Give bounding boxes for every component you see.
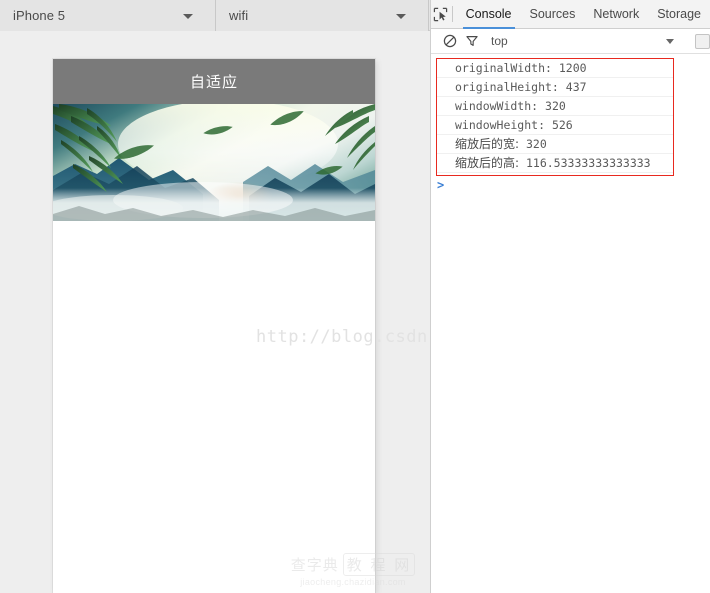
inspect-element-icon[interactable] <box>431 0 451 29</box>
emulation-canvas: 自适应 <box>0 32 430 593</box>
clear-console-glyph <box>443 34 457 48</box>
console-line-key: 缩放后的高: <box>455 156 519 170</box>
toolbar-divider <box>452 6 453 22</box>
console-line: windowWidth: 320 <box>437 97 673 116</box>
preserve-log-checkbox[interactable] <box>695 34 710 49</box>
device-emulation-pane: iPhone 5 wifi 自适应 <box>0 0 430 593</box>
console-output[interactable]: originalWidth: 1200 originalHeight: 437 … <box>431 54 710 593</box>
page-header: 自适应 <box>53 59 375 104</box>
console-line: 缩放后的宽: 320 <box>437 135 673 154</box>
console-line: windowHeight: 526 <box>437 116 673 135</box>
console-line-value: 320 <box>545 99 566 113</box>
filter-funnel-icon[interactable] <box>461 30 483 52</box>
tab-network-label: Network <box>593 7 639 21</box>
tab-network[interactable]: Network <box>584 0 648 29</box>
console-context-selector[interactable]: top <box>491 34 508 48</box>
console-toolbar: top <box>431 29 710 54</box>
tab-sources-label: Sources <box>530 7 576 21</box>
device-model-value: iPhone 5 <box>0 8 65 23</box>
emulated-viewport[interactable]: 自适应 <box>53 59 375 593</box>
console-prompt[interactable]: > <box>437 178 444 192</box>
console-line-key: windowHeight: <box>455 118 545 132</box>
devtools-panel: Console Sources Network Storage <box>430 0 710 593</box>
misty-mountain-bamboo-landscape-icon <box>53 104 375 221</box>
device-emulation-toolbar: iPhone 5 wifi <box>0 0 430 31</box>
inspect-element-glyph <box>433 7 448 22</box>
console-line-key: originalHeight: <box>455 80 559 94</box>
tab-console[interactable]: Console <box>457 0 521 29</box>
clear-console-icon[interactable] <box>439 30 461 52</box>
network-throttling-select[interactable]: wifi <box>216 0 429 31</box>
device-model-select[interactable]: iPhone 5 <box>0 0 216 31</box>
console-line: originalWidth: 1200 <box>437 59 673 78</box>
console-line-value: 116.53333333333333 <box>526 156 651 170</box>
console-line: 缩放后的高: 116.53333333333333 <box>437 154 673 173</box>
chevron-down-icon[interactable] <box>666 39 674 44</box>
filter-funnel-glyph <box>465 34 479 48</box>
network-throttling-value: wifi <box>216 8 248 23</box>
tab-storage-label: Storage <box>657 7 701 21</box>
console-line-value: 320 <box>526 137 547 151</box>
tab-console-label: Console <box>466 7 512 21</box>
console-line-key: originalWidth: <box>455 61 552 75</box>
chevron-down-icon <box>396 14 406 19</box>
console-line: originalHeight: 437 <box>437 78 673 97</box>
devtools-emulation-screenshot: iPhone 5 wifi 自适应 <box>0 0 710 593</box>
page-title: 自适应 <box>190 71 238 92</box>
chevron-down-icon <box>183 14 193 19</box>
devtools-tabbar: Console Sources Network Storage <box>431 0 710 29</box>
console-line-key: windowWidth: <box>455 99 538 113</box>
tab-storage[interactable]: Storage <box>648 0 710 29</box>
hero-image <box>53 104 375 221</box>
console-line-value: 1200 <box>559 61 587 75</box>
console-line-value: 437 <box>566 80 587 94</box>
tab-sources[interactable]: Sources <box>521 0 585 29</box>
console-line-value: 526 <box>552 118 573 132</box>
console-line-key: 缩放后的宽: <box>455 137 519 151</box>
